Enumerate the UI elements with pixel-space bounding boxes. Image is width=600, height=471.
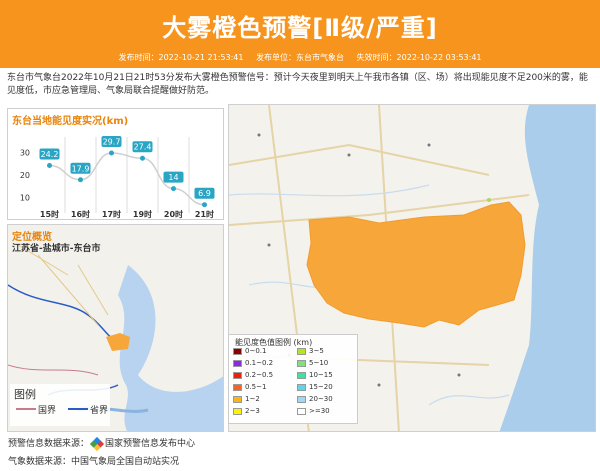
legend-swatch [297,347,306,355]
legend-item: 1~2 [233,395,260,405]
x-tick-label: 17时 [102,209,121,219]
legend-swatch [233,347,242,355]
visibility-chart: 30 20 10 24.2 15时 17.9 16时 29.7 17时 27.4 19时 14 20时 6… [20,136,215,219]
data-label: 17.9 [72,164,90,173]
issuer-label: 发布单位： [256,53,296,62]
data-label: 6.9 [198,189,211,198]
data-point [140,155,145,161]
province-border-swatch [68,408,88,410]
weather-source: 中国气象局全国自动站实况 [71,457,180,467]
data-point [78,177,83,183]
y-tick-label: 20 [20,171,30,180]
weather-source-line: 气象数据来源：中国气象局全国自动站实况 [8,454,179,467]
data-point [202,202,207,208]
issue-time-label: 发布时间： [118,53,159,62]
expire-time-label: 失效时间： [356,53,397,62]
legend-swatch [297,359,306,367]
x-tick-label: 20时 [164,209,183,219]
legend-item: >=30 [297,407,330,417]
data-label: 29.7 [103,138,121,147]
map-legend-title: 图例 [14,388,36,401]
x-tick-label: 16时 [71,209,90,219]
legend-item: 0.1~0.2 [233,359,273,369]
warning-source-label: 预警信息数据来源： [8,439,90,449]
legend-item: 3~5 [297,347,324,357]
weather-source-label: 气象数据来源： [8,457,72,467]
legend-swatch [297,371,306,379]
national-border-label: 国界 [38,406,57,416]
legend-item: 10~15 [297,371,333,381]
legend-swatch [233,395,242,403]
legend-item: 0.2~0.5 [233,371,273,381]
x-tick-label: 15时 [40,209,59,219]
data-point [109,150,114,156]
y-tick-label: 30 [20,148,30,157]
legend-swatch [297,407,306,415]
legend-item: 0~0.1 [233,347,266,357]
warning-source: 国家预警信息发布中心 [105,439,196,449]
issuer: 东台市气象台 [296,53,344,62]
legend-swatch [233,407,242,415]
x-tick-label: 19时 [133,209,152,219]
warning-meta: 发布时间：2022-10-21 21:53:41 发布单位：东台市气象台 失效时… [0,52,600,63]
visibility-legend: 能见度色值图例 (km) 0~0.1 3~5 0.1~0.2 5~10 0.2~… [228,334,358,424]
province-border-label: 省界 [90,406,109,416]
y-tick-label: 10 [20,194,30,203]
legend-item: 0.5~1 [233,383,266,393]
issue-time: 2022-10-21 21:53:41 [158,53,244,62]
data-label: 14 [168,173,178,182]
legend-swatch [297,383,306,391]
legend-swatch [233,371,242,379]
legend-item: 2~3 [233,407,260,417]
data-label: 27.4 [134,143,152,152]
legend-item: 15~20 [297,383,333,393]
header-banner: 大雾橙色预警[Ⅱ级/严重] 发布时间：2022-10-21 21:53:41 发… [0,0,600,68]
expire-time: 2022-10-22 03:53:41 [396,53,482,62]
warning-description: 东台市气象台2022年10月21日21时53分发布大雾橙色预警信号：预计今天夜里… [7,73,588,96]
legend-item: 5~10 [297,359,328,369]
location-region: 江苏省-盐城市-东台市 [12,244,101,254]
legend-swatch [233,359,242,367]
data-point [171,186,176,192]
warning-title: 大雾橙色预警[Ⅱ级/严重] [162,14,438,42]
legend-swatch [233,383,242,391]
map-legend: 图例 国界 省界 [10,384,110,426]
legend-swatch [297,395,306,403]
legend-item: 20~30 [297,395,333,405]
data-point [47,162,52,168]
warning-source-logo-icon [89,436,105,451]
x-tick-label: 21时 [195,209,214,219]
visibility-panel: 东台当地能见度实况(km) 30 20 10 24.2 15时 17.9 16时 29.7 17… [7,108,224,220]
warning-source-line: 预警信息数据来源： 国家预警信息发布中心 [8,436,196,451]
national-border-swatch [16,408,36,410]
data-label: 24.2 [41,150,59,159]
